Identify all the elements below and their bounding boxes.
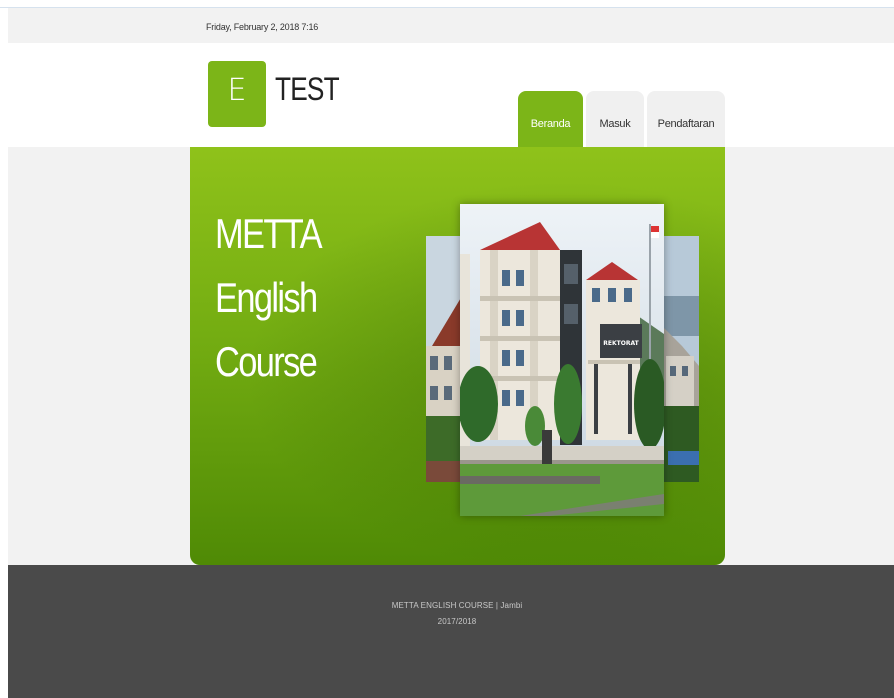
tab-pendaftaran[interactable]: Pendaftaran (647, 91, 725, 147)
header (8, 43, 894, 147)
hero-title-line-3: Course (215, 338, 318, 385)
rektorat-sign-text: REKTORAT (603, 340, 639, 347)
tab-beranda[interactable]: Beranda (518, 91, 583, 147)
hero-title-line-1: METTA (215, 210, 323, 257)
page-left-margin (0, 8, 8, 698)
logo-icon[interactable]: E (208, 61, 266, 127)
slide-image-right[interactable] (662, 236, 699, 482)
tab-masuk[interactable]: Masuk (586, 91, 644, 147)
hero-title-line-2: English (215, 274, 318, 321)
date-bar (8, 8, 894, 43)
footer (8, 565, 894, 698)
logo-text[interactable]: TEST (275, 72, 340, 106)
footer-line-2: 2017/2018 (437, 617, 477, 626)
slide-image-left[interactable] (426, 236, 462, 482)
browser-top-edge (0, 0, 894, 8)
slide-image-main[interactable]: REKTORAT (460, 204, 664, 516)
date-time-text: Friday, February 2, 2018 7:16 (206, 22, 319, 32)
footer-line-1: METTA ENGLISH COURSE | Jambi (391, 601, 523, 610)
